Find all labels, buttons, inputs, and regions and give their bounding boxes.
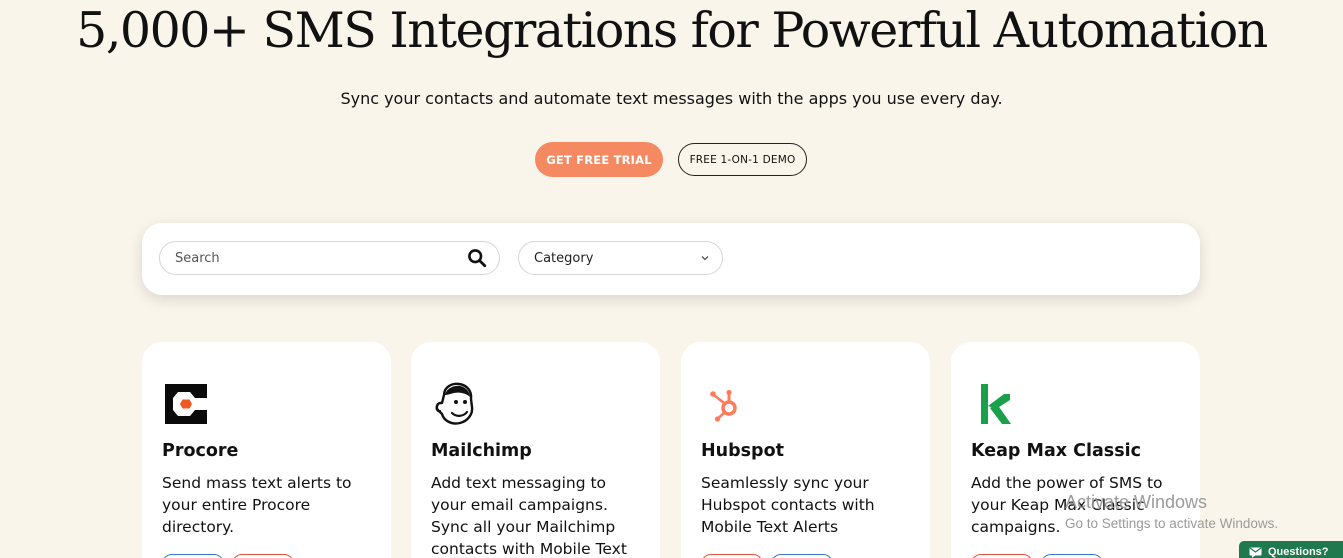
free-demo-button[interactable]: FREE 1-ON-1 DEMO <box>678 143 807 176</box>
category-select-label: Category <box>534 250 594 266</box>
tag-badge[interactable] <box>162 554 224 558</box>
card-description: Send mass text alerts to your entire Pro… <box>162 474 352 536</box>
card-title: Hubspot <box>701 441 784 461</box>
get-free-trial-button[interactable]: GET FREE TRIAL <box>535 142 663 177</box>
integration-card-procore[interactable]: Procore Send mass text alerts to your en… <box>142 342 391 558</box>
integration-card-mailchimp[interactable]: Mailchimp Add text messaging to your ema… <box>411 342 660 558</box>
card-description: Add text messaging to your email campaig… <box>431 474 627 558</box>
card-tags <box>701 554 833 558</box>
search-box <box>159 241 500 275</box>
tag-badge[interactable] <box>771 554 833 558</box>
tag-badge[interactable] <box>971 554 1033 558</box>
procore-logo-icon <box>162 380 210 428</box>
tag-badge[interactable] <box>232 554 294 558</box>
questions-label: Questions? <box>1268 546 1329 558</box>
card-tags <box>971 554 1103 558</box>
card-description: Add the power of SMS to your Keap Max Cl… <box>971 474 1163 536</box>
card-title: Procore <box>162 441 239 461</box>
search-input[interactable] <box>175 250 467 266</box>
questions-chat-button[interactable]: Questions? <box>1239 541 1343 558</box>
keap-logo-icon <box>971 380 1019 428</box>
integration-card-keap[interactable]: Keap Max Classic Add the power of SMS to… <box>951 342 1200 558</box>
chevron-down-icon <box>700 253 710 263</box>
mailchimp-logo-icon <box>431 380 479 428</box>
cta-row: GET FREE TRIAL FREE 1-ON-1 DEMO <box>535 142 807 177</box>
filter-panel: Category <box>142 223 1200 295</box>
card-tags <box>162 554 294 558</box>
integration-card-hubspot[interactable]: Hubspot Seamlessly sync your Hubspot con… <box>681 342 930 558</box>
tag-badge[interactable] <box>701 554 763 558</box>
tag-badge[interactable] <box>1041 554 1103 558</box>
hubspot-logo-icon <box>701 380 749 428</box>
card-title: Keap Max Classic <box>971 441 1142 461</box>
search-icon[interactable] <box>467 248 487 268</box>
page-subtitle: Sync your contacts and automate text mes… <box>340 89 1003 108</box>
category-select[interactable]: Category <box>518 241 723 275</box>
page-title: 5,000+ SMS Integrations for Powerful Aut… <box>76 2 1268 59</box>
card-description: Seamlessly sync your Hubspot contacts wi… <box>701 474 875 536</box>
card-title: Mailchimp <box>431 441 532 461</box>
chat-icon <box>1249 547 1262 558</box>
